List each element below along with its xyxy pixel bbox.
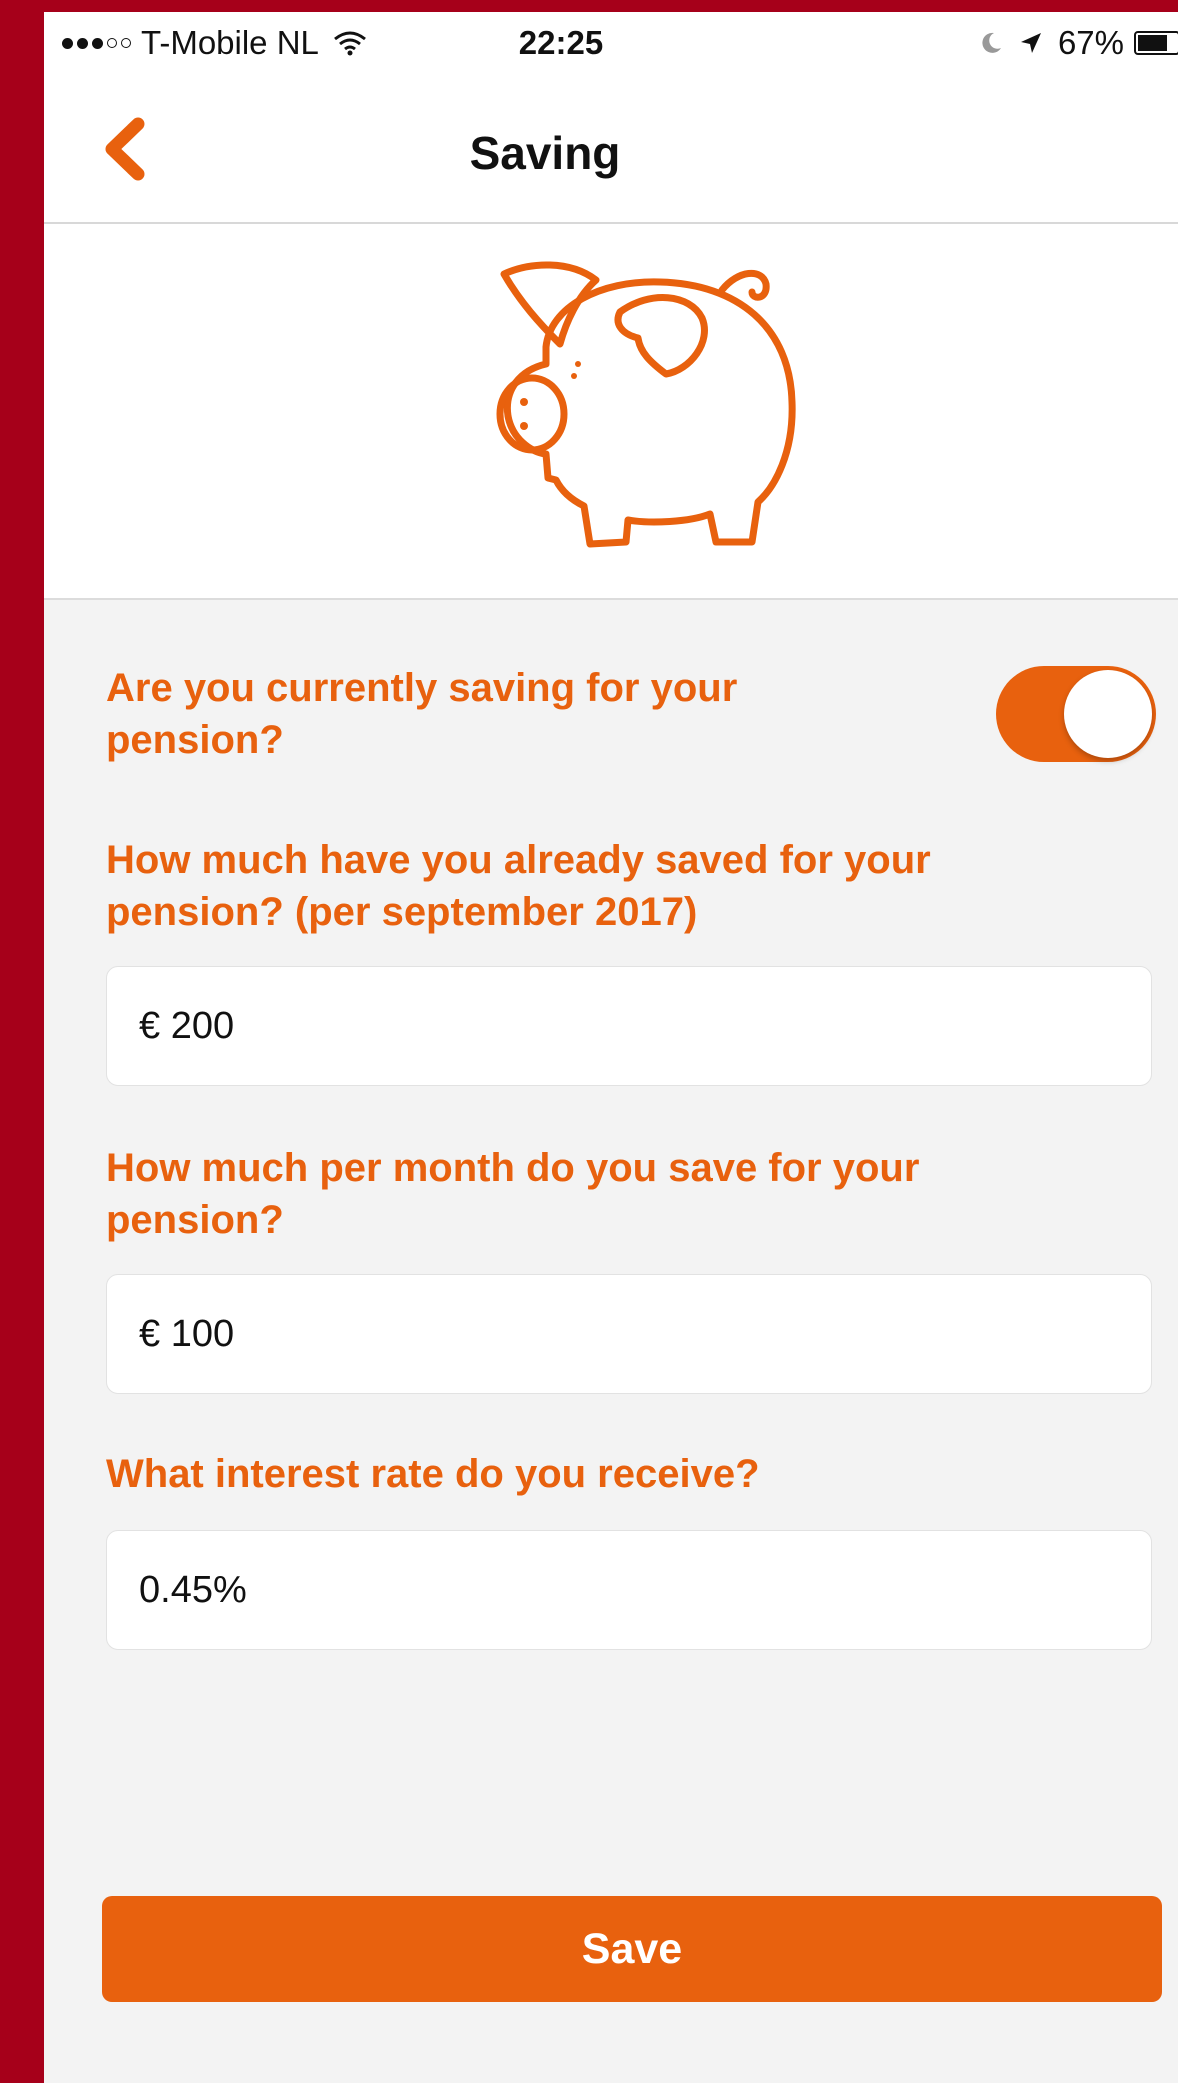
wifi-icon <box>333 31 366 56</box>
status-bar: T-Mobile NL 22:25 67% <box>44 12 1178 76</box>
location-arrow-icon <box>1020 33 1041 53</box>
question-monthly-saving: How much per month do you save for your … <box>106 1146 920 1242</box>
status-left: T-Mobile NL <box>62 24 367 62</box>
already-saved-input[interactable] <box>107 967 1151 1085</box>
page-title: Saving <box>469 127 621 179</box>
monthly-saving-field <box>106 1274 1152 1394</box>
background-frame: T-Mobile NL 22:25 67% Saving Are you cur… <box>0 0 1178 2083</box>
moon-icon <box>982 32 1001 53</box>
currently-saving-toggle[interactable] <box>996 666 1156 762</box>
question-currently-saving: Are you currently saving for your pensio… <box>106 666 738 762</box>
monthly-saving-input[interactable] <box>107 1275 1151 1393</box>
signal-strength-icon <box>62 37 131 49</box>
carrier-name: T-Mobile NL <box>141 24 319 61</box>
interest-rate-field <box>106 1530 1152 1650</box>
piggy-bank-icon <box>496 261 796 548</box>
already-saved-field <box>106 966 1152 1086</box>
phone-screen: T-Mobile NL 22:25 67% Saving Are you cur… <box>44 12 1178 2083</box>
navigation-bar: Saving <box>44 76 1178 224</box>
battery-percentage: 67% <box>1057 24 1124 61</box>
question-interest-rate: What interest rate do you receive? <box>106 1452 760 1496</box>
question-already-saved: How much have you already saved for your… <box>106 838 931 934</box>
status-right: 67% <box>978 24 1178 62</box>
battery-icon <box>1134 31 1178 55</box>
hero-section <box>44 224 1178 600</box>
interest-rate-input[interactable] <box>107 1531 1151 1649</box>
toggle-knob <box>1064 670 1152 758</box>
save-button[interactable]: Save <box>102 1896 1162 2002</box>
